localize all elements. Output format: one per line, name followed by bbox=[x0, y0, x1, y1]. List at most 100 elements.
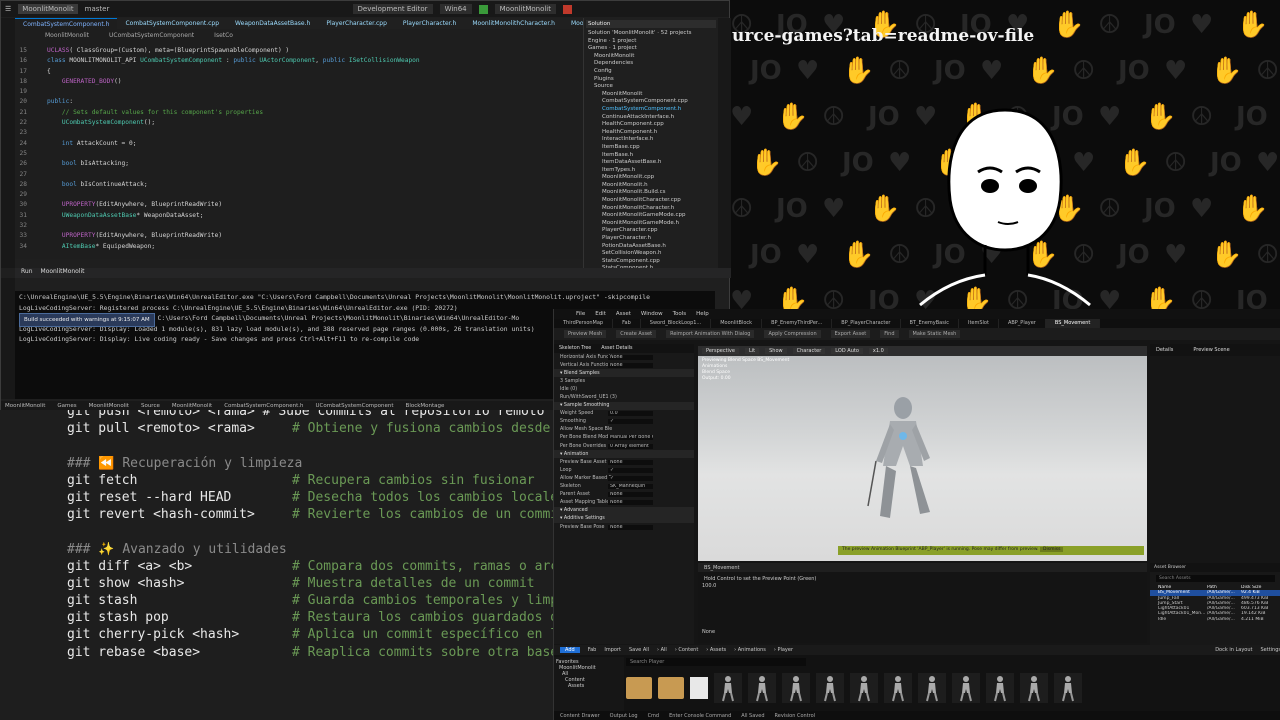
solution-tree-item[interactable]: CombatSystemComponent.h bbox=[586, 106, 716, 114]
status-breadcrumb-item[interactable]: Games bbox=[57, 403, 76, 409]
asset-row[interactable]: Idle/All/Game/... 4.211 MiB bbox=[1150, 617, 1280, 622]
content-path-item[interactable]: › Assets bbox=[706, 647, 726, 653]
animation-thumbnail[interactable] bbox=[714, 673, 742, 703]
status-breadcrumb-item[interactable]: Source bbox=[141, 403, 160, 409]
branch-label[interactable]: master bbox=[85, 5, 110, 13]
content-path-item[interactable]: › Content bbox=[675, 647, 698, 653]
tab-details[interactable]: Details bbox=[1156, 347, 1173, 353]
solution-tree-item[interactable]: Games · 1 project bbox=[586, 45, 716, 53]
document-icon[interactable] bbox=[690, 677, 708, 699]
solution-tree-item[interactable]: SetCollisionWeapon.h bbox=[586, 250, 716, 258]
details-value[interactable]: None bbox=[608, 354, 653, 360]
editor-tab[interactable]: CombatSystemComponent.cpp bbox=[117, 18, 227, 29]
solution-tree-item[interactable]: PotionDataAssetBase.h bbox=[586, 243, 716, 251]
tab-preview-scene[interactable]: Preview Scene bbox=[1193, 347, 1229, 353]
details-value[interactable]: 0.0 bbox=[608, 411, 653, 417]
breadcrumb-item[interactable]: MoonlitMonolit bbox=[45, 32, 89, 44]
content-button[interactable]: Save All bbox=[629, 647, 649, 653]
solution-tree-item[interactable]: MoonlitMonolit.cpp bbox=[586, 174, 716, 182]
editor-tab[interactable]: MoonlitMo bbox=[563, 18, 583, 29]
solution-tree-item[interactable]: ItemBase.h bbox=[586, 152, 716, 160]
status-item[interactable]: Output Log bbox=[610, 713, 638, 719]
details-value[interactable]: ✓ bbox=[608, 475, 653, 481]
ue-asset-tab[interactable]: ItemSlot bbox=[959, 319, 999, 328]
details-value[interactable]: None bbox=[608, 500, 653, 506]
content-button[interactable]: Add bbox=[560, 647, 580, 653]
editor-tab[interactable]: PlayerCharacter.h bbox=[395, 18, 464, 29]
preview-viewport[interactable]: Perspective Lit Show Character LOD Auto x1.0 … bbox=[698, 346, 1147, 561]
solution-tree-item[interactable]: ItemTypes.h bbox=[586, 167, 716, 175]
folder-icon[interactable] bbox=[626, 677, 652, 699]
solution-tree-item[interactable]: MoonlitMonolit bbox=[586, 91, 716, 99]
status-breadcrumb-item[interactable]: MoonlitMonolit bbox=[172, 403, 212, 409]
solution-tree-item[interactable]: HealthComponent.cpp bbox=[586, 121, 716, 129]
build-toast[interactable]: Build succeeded with warnings at 9:15:07… bbox=[19, 313, 155, 327]
ue-asset-tab[interactable]: MoonlitBlock bbox=[711, 319, 763, 328]
vs-menu-icon[interactable]: ☰ bbox=[5, 5, 11, 13]
solution-tree-item[interactable]: MoonlitMonolit.h bbox=[586, 182, 716, 190]
ue-toolbar-button[interactable]: Export Asset bbox=[830, 330, 871, 338]
ue-asset-tab[interactable]: Sword_BlockLoop1... bbox=[641, 319, 712, 328]
ue-asset-tab[interactable]: BP_PlayerCharacter bbox=[832, 319, 901, 328]
content-button[interactable]: Fab bbox=[588, 647, 597, 653]
details-value[interactable]: SK_Mannequin bbox=[608, 484, 653, 490]
tab-run-target[interactable]: MoonlitMonolit bbox=[41, 268, 85, 278]
details-value[interactable]: None bbox=[608, 362, 653, 368]
details-value[interactable]: Manual Per Bone Override bbox=[608, 435, 653, 441]
ue-menu-item[interactable]: Edit bbox=[595, 311, 606, 317]
run-icon[interactable] bbox=[478, 4, 488, 14]
solution-tree-item[interactable]: Dependencies bbox=[586, 60, 716, 68]
details-section[interactable]: ▾ Sample Smoothing bbox=[554, 401, 694, 410]
ue-toolbar-button[interactable]: Preview Mesh bbox=[564, 330, 607, 338]
details-value[interactable]: None bbox=[608, 524, 653, 530]
solution-tree-item[interactable]: HealthComponent.h bbox=[586, 129, 716, 137]
editor-tab[interactable]: PlayerCharacter.cpp bbox=[318, 18, 395, 29]
breadcrumb-item[interactable]: UCombatSystemComponent bbox=[109, 32, 194, 44]
solution-tree-item[interactable]: Solution 'MoonlitMonolit' · 52 projects bbox=[586, 30, 716, 38]
content-tree-item[interactable]: Assets bbox=[556, 683, 622, 689]
animation-thumbnail[interactable] bbox=[986, 673, 1014, 703]
status-item[interactable]: Content Drawer bbox=[560, 713, 600, 719]
animation-thumbnail[interactable] bbox=[1020, 673, 1048, 703]
ue-toolbar-button[interactable]: Reimport Animation With Dialog bbox=[666, 330, 755, 338]
editor-tab[interactable]: MoonlitMonolithCharacter.h bbox=[464, 18, 563, 29]
solution-tree-item[interactable]: MoonlitMonolit bbox=[586, 53, 716, 61]
solution-tree-item[interactable]: Source bbox=[586, 83, 716, 91]
ue-asset-tab[interactable]: ABP_Player bbox=[999, 319, 1046, 328]
solution-tree-item[interactable]: InteractInterface.h bbox=[586, 136, 716, 144]
ue-menu-item[interactable]: Tools bbox=[673, 311, 687, 317]
breadcrumb-item[interactable]: IsetCo bbox=[214, 32, 233, 44]
platform-dropdown[interactable]: Win64 bbox=[439, 4, 472, 14]
status-item[interactable]: All Saved bbox=[741, 713, 764, 719]
ue-asset-tab[interactable]: BP_EnemyThirdPer... bbox=[762, 319, 833, 328]
content-button[interactable]: Import bbox=[604, 647, 621, 653]
tab-run[interactable]: Run bbox=[21, 268, 33, 278]
tab-asset-details[interactable]: Asset Details bbox=[601, 346, 632, 351]
stop-icon[interactable] bbox=[563, 4, 572, 14]
status-breadcrumb-item[interactable]: MoonlitMonolit bbox=[89, 403, 129, 409]
details-section[interactable]: ▾ Additive Settings bbox=[554, 514, 694, 523]
settings-button[interactable]: Settings bbox=[1260, 647, 1280, 653]
details-value[interactable]: ✓ bbox=[608, 467, 653, 473]
solution-tree-item[interactable]: MoonlitMonolitGameMode.cpp bbox=[586, 212, 716, 220]
solution-tree-item[interactable]: MoonlitMonolit.Build.cs bbox=[586, 189, 716, 197]
solution-tree-item[interactable]: ContinueAttackInterface.h bbox=[586, 114, 716, 122]
ue-menu-item[interactable]: Window bbox=[641, 311, 663, 317]
details-value[interactable]: 0 Array element bbox=[608, 443, 653, 449]
dock-button[interactable]: Dock in Layout bbox=[1215, 647, 1252, 653]
ue-toolbar-button[interactable]: Apply Compression bbox=[764, 330, 821, 338]
animation-thumbnail[interactable] bbox=[816, 673, 844, 703]
ue-asset-tab[interactable]: BT_EnemyBasic bbox=[901, 319, 959, 328]
details-value[interactable]: ✓ bbox=[608, 419, 653, 425]
dismiss-button[interactable]: Dismiss bbox=[1040, 547, 1064, 552]
solution-tree-item[interactable]: Config bbox=[586, 68, 716, 76]
solution-tree-item[interactable]: CombatSystemComponent.cpp bbox=[586, 98, 716, 106]
animation-thumbnail[interactable] bbox=[952, 673, 980, 703]
target-dropdown[interactable]: MoonlitMonolit bbox=[494, 4, 556, 14]
config-dropdown[interactable]: Development Editor bbox=[352, 4, 433, 14]
animation-thumbnail[interactable] bbox=[850, 673, 878, 703]
status-breadcrumb-item[interactable]: MoonlitMonolit bbox=[5, 403, 45, 409]
solution-tree-item[interactable]: PlayerCharacter.h bbox=[586, 235, 716, 243]
solution-tree-item[interactable]: StatsComponent.cpp bbox=[586, 258, 716, 266]
details-value[interactable]: None bbox=[608, 459, 653, 465]
